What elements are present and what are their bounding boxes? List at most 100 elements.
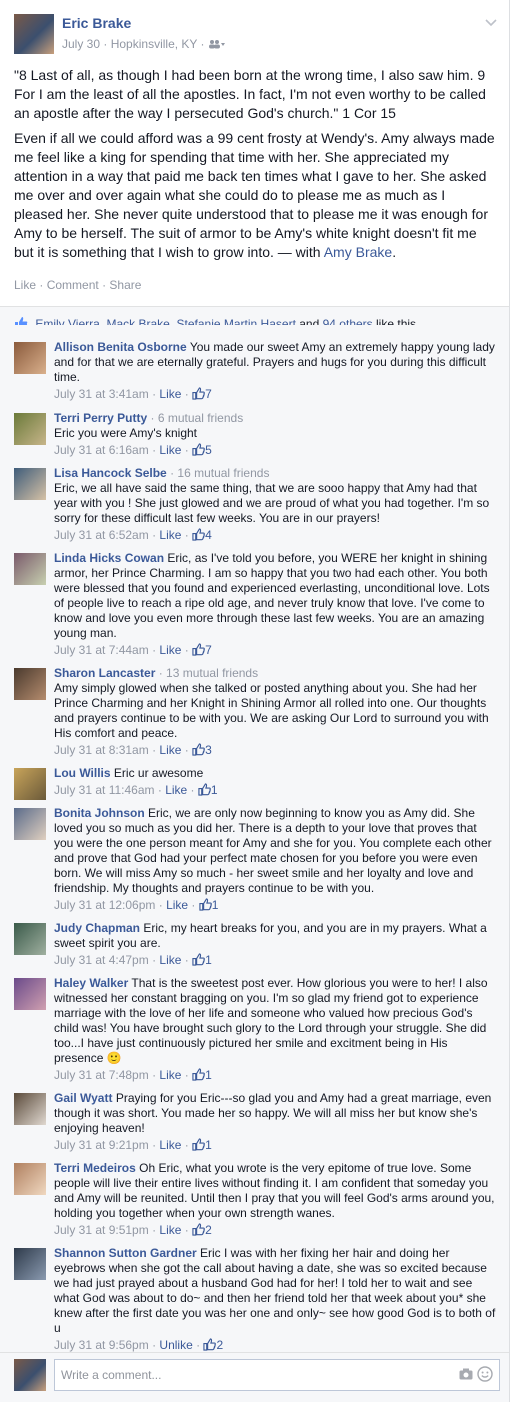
comment-time[interactable]: July 31 at 6:16am [54,443,149,457]
avatar[interactable] [14,1093,46,1125]
commenter-name[interactable]: Lisa Hancock Selbe [54,466,167,480]
comment-like-link[interactable]: Like [159,443,181,457]
comment-time[interactable]: July 31 at 9:51pm [54,1223,149,1237]
avatar[interactable] [14,978,46,1010]
comment-item: Sharon Lancaster · 13 mutual friends Amy… [0,658,509,763]
comment-item: Bonita Johnson Eric, we are only now beg… [0,798,509,918]
tagged-friend-link[interactable]: Amy Brake [324,244,392,260]
comment-link[interactable]: Comment [47,278,99,292]
post-card: Eric Brake July 30 · Hopkinsville, KY · … [0,0,510,1402]
like-link[interactable]: Like [14,278,36,292]
commenter-name[interactable]: Allison Benita Osborne [54,340,187,354]
comment-time[interactable]: July 31 at 9:56pm [54,1338,149,1352]
chevron-down-icon[interactable] [485,14,497,30]
post-location[interactable]: Hopkinsville, KY [111,37,197,51]
comment-input[interactable]: Write a comment... [54,1359,500,1391]
comment-meta: July 31 at 7:44am · Like · 7 [54,643,212,657]
avatar[interactable] [14,342,46,374]
comment-like-link[interactable]: Like [165,783,187,797]
meta-separator: · [200,37,205,51]
commenter-name[interactable]: Terri Medeiros [54,1161,136,1175]
comment-like-count[interactable]: 2 [205,1223,212,1237]
comment-like-count[interactable]: 1 [211,783,218,797]
comment-item: Linda Hicks Cowan Eric, as I've told you… [0,543,509,663]
comment-placeholder: Write a comment... [61,1368,162,1382]
comment-like-link[interactable]: Like [159,528,181,542]
post-paragraph: "8 Last of all, as though I had been bor… [14,67,486,121]
avatar[interactable] [14,1248,46,1280]
avatar[interactable] [14,668,46,700]
comment-item: Allison Benita Osborne You made our swee… [0,332,509,407]
comment-item: Lou Willis Eric ur awesome July 31 at 11:… [0,758,509,803]
comment-item: Gail Wyatt Praying for you Eric---so gla… [0,1083,509,1158]
thumbs-up-icon [192,1138,205,1151]
avatar[interactable] [14,923,46,955]
comment-item: Judy Chapman Eric, my heart breaks for y… [0,913,509,973]
comment-like-count[interactable]: 1 [205,1138,212,1152]
commenter-name[interactable]: Judy Chapman [54,921,140,935]
comment-item: Lisa Hancock Selbe · 16 mutual friends E… [0,458,509,548]
comment-like-link[interactable]: Like [159,953,181,967]
post-date[interactable]: July 30 [62,37,100,51]
avatar[interactable] [14,768,46,800]
comment-like-link[interactable]: Like [166,898,188,912]
comment-like-count[interactable]: 2 [216,1338,223,1352]
commenter-name[interactable]: Gail Wyatt [54,1091,112,1105]
comment-like-count[interactable]: 1 [212,898,219,912]
comment-time[interactable]: July 31 at 12:06pm [54,898,155,912]
with-suffix: . [392,244,397,260]
comment-time[interactable]: July 31 at 3:41am [54,387,149,401]
thumbs-up-icon [192,743,205,756]
comment-like-link[interactable]: Like [159,643,181,657]
comment-text: Eric, we all have said the same thing, t… [54,481,490,525]
comment-meta: July 31 at 7:48pm · Like · 1 [54,1068,212,1082]
author-avatar[interactable] [14,14,54,54]
share-link[interactable]: Share [109,278,141,292]
avatar[interactable] [14,1163,46,1195]
avatar[interactable] [14,413,46,445]
comment-time[interactable]: July 31 at 7:44am [54,643,149,657]
avatar[interactable] [14,553,46,585]
comment-like-link[interactable]: Like [159,1223,181,1237]
comment-time[interactable]: July 31 at 4:47pm [54,953,149,967]
with-prefix: — with [277,244,321,260]
commenter-name[interactable]: Haley Walker [54,976,128,990]
commenter-name[interactable]: Linda Hicks Cowan [54,551,164,565]
comment-time[interactable]: July 31 at 8:31am [54,743,149,757]
comment-time[interactable]: July 31 at 9:21pm [54,1138,149,1152]
avatar[interactable] [14,468,46,500]
comment-like-count[interactable]: 4 [205,528,212,542]
author-name[interactable]: Eric Brake [62,15,131,31]
comment-body: Allison Benita Osborne You made our swee… [54,340,497,385]
comment-like-count[interactable]: 5 [205,443,212,457]
comment-like-count[interactable]: 3 [205,743,212,757]
comment-time[interactable]: July 31 at 11:46am [54,783,155,797]
emoji-icon[interactable] [477,1366,493,1386]
commenter-name[interactable]: Shannon Sutton Gardner [54,1246,197,1260]
comment-body: Lou Willis Eric ur awesome [54,766,497,781]
commenter-name[interactable]: Terri Perry Putty [54,411,147,425]
thumbs-up-icon [192,1223,205,1236]
comment-meta: July 31 at 6:16am · Like · 5 [54,443,212,457]
comment-like-link[interactable]: Like [159,1138,181,1152]
comment-like-count[interactable]: 7 [205,643,212,657]
comment-time[interactable]: July 31 at 7:48pm [54,1068,149,1082]
comment-like-link[interactable]: Unlike [159,1338,192,1352]
comment-like-count[interactable]: 7 [205,387,212,401]
commenter-name[interactable]: Bonita Johnson [54,806,145,820]
comment-like-link[interactable]: Like [159,387,181,401]
comment-like-count[interactable]: 1 [205,1068,212,1082]
comment-like-link[interactable]: Like [159,743,181,757]
commenter-name[interactable]: Sharon Lancaster [54,666,155,680]
camera-icon[interactable] [459,1367,473,1383]
comment-like-link[interactable]: Like [159,1068,181,1082]
comment-time[interactable]: July 31 at 6:52am [54,528,149,542]
friends-icon[interactable] [208,37,226,51]
avatar[interactable] [14,808,46,840]
commenter-name[interactable]: Lou Willis [54,766,111,780]
comment-composer: Write a comment... [0,1352,509,1402]
comment-like-count[interactable]: 1 [205,953,212,967]
thumbs-up-icon [192,528,205,541]
comment-body: Lisa Hancock Selbe · 16 mutual friends E… [54,466,497,526]
comment-body: Terri Medeiros Oh Eric, what you wrote i… [54,1161,497,1221]
